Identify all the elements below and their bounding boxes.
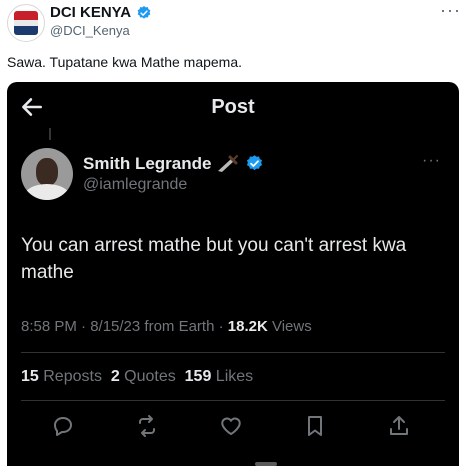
likes-count[interactable]: 159: [185, 368, 212, 385]
inner-verified-badge-icon: [246, 155, 263, 171]
post-title: Post: [211, 96, 255, 118]
author-handle[interactable]: @DCI_Kenya: [50, 23, 130, 38]
reply-icon[interactable]: [51, 414, 75, 438]
likes-label[interactable]: Likes: [211, 368, 253, 385]
avatar-face: [36, 158, 58, 186]
like-icon[interactable]: [219, 414, 243, 438]
quotes-label[interactable]: Quotes: [120, 368, 176, 385]
tweet-text: Sawa. Tupatane kwa Mathe mapema.: [7, 54, 243, 70]
seal-blue-band: [14, 26, 38, 35]
tweet-header: DCI KENYA @DCI_Kenya ···: [0, 0, 471, 50]
home-indicator: [255, 462, 277, 466]
post-meta: 8:58 PM · 8/15/23 from Earth · 18.2K Vie…: [21, 318, 312, 335]
inner-post-text: You can arrest mathe but you can't arres…: [21, 235, 407, 283]
divider: [21, 400, 445, 401]
repost-icon[interactable]: [135, 414, 159, 438]
views-label: Views: [267, 318, 312, 335]
bookmark-icon[interactable]: [303, 414, 327, 438]
author-name[interactable]: DCI KENYA: [50, 4, 131, 21]
seal-red-band: [14, 11, 38, 20]
dci-avatar[interactable]: [7, 4, 45, 42]
more-options-icon[interactable]: ···: [440, 0, 461, 21]
reposts-count[interactable]: 15: [21, 368, 39, 385]
embedded-screenshot[interactable]: Post Smith Legrande @iamlegrande ··· You…: [7, 82, 459, 466]
legrande-avatar[interactable]: [21, 148, 73, 200]
share-icon[interactable]: [387, 414, 411, 438]
quotes-count[interactable]: 2: [111, 368, 120, 385]
views-count: 18.2K: [227, 318, 268, 335]
post-time-date: 8:58 PM · 8/15/23 from Earth ·: [21, 318, 228, 335]
thread-line: [49, 128, 51, 140]
reposts-label[interactable]: Reposts: [39, 368, 102, 385]
action-bar: [7, 414, 459, 438]
divider: [21, 352, 445, 353]
avatar-shirt: [25, 184, 69, 200]
verified-badge-icon: [137, 6, 151, 19]
post-topbar: Post: [7, 82, 459, 132]
dagger-icon: [218, 154, 239, 172]
inner-more-options-icon[interactable]: ···: [422, 152, 441, 170]
inner-author-name[interactable]: Smith Legrande: [83, 154, 211, 174]
post-stats: 15 Reposts 2 Quotes 159 Likes: [21, 368, 253, 386]
inner-author-handle[interactable]: @iamlegrande: [83, 176, 187, 194]
